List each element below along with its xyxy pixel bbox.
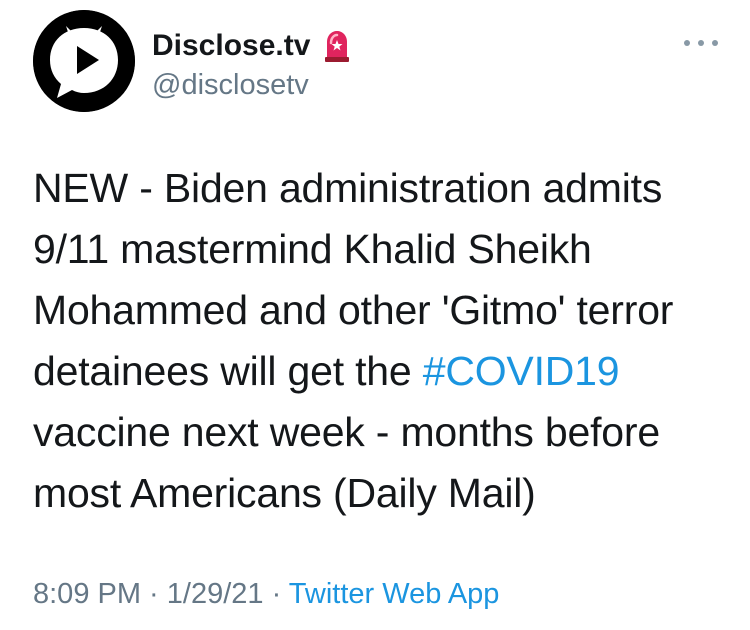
meta-separator: · [263,578,289,610]
tweet-text-line: vaccine next week - months before [33,409,660,455]
siren-icon [322,29,352,63]
more-dot [698,40,704,46]
tweet-time[interactable]: 8:09 PM [33,578,141,610]
avatar[interactable] [33,10,135,112]
user-handle[interactable]: @disclosetv [152,68,352,102]
user-info[interactable]: Disclose.tv @disclosetv [152,28,352,102]
meta-separator: · [141,578,167,610]
tweet-text-line: Mohammed and other 'Gitmo' terror [33,287,674,333]
tweet-text-segment: detainees will get the [33,348,423,394]
more-dot [684,40,690,46]
more-options-icon[interactable] [684,34,718,52]
play-chat-logo-icon [33,10,135,112]
tweet-date[interactable]: 1/29/21 [167,578,264,610]
tweet-text-line: detainees will get the #COVID19 [33,341,733,402]
tweet-source-link[interactable]: Twitter Web App [289,578,500,610]
tweet-card: Disclose.tv @disclosetv NEW - Biden admi… [0,0,750,630]
more-dot [712,40,718,46]
hashtag-link[interactable]: #COVID19 [423,348,620,394]
name-row: Disclose.tv [152,28,352,64]
tweet-meta: 8:09 PM · 1/29/21 · Twitter Web App [33,574,499,614]
tweet-text-line: most Americans (Daily Mail) [33,470,536,516]
tweet-text: NEW - Biden administration admits 9/11 m… [33,158,733,524]
tweet-text-line: NEW - Biden administration admits [33,165,663,211]
tweet-text-line: 9/11 mastermind Khalid Sheikh [33,226,592,272]
display-name[interactable]: Disclose.tv [152,28,310,64]
